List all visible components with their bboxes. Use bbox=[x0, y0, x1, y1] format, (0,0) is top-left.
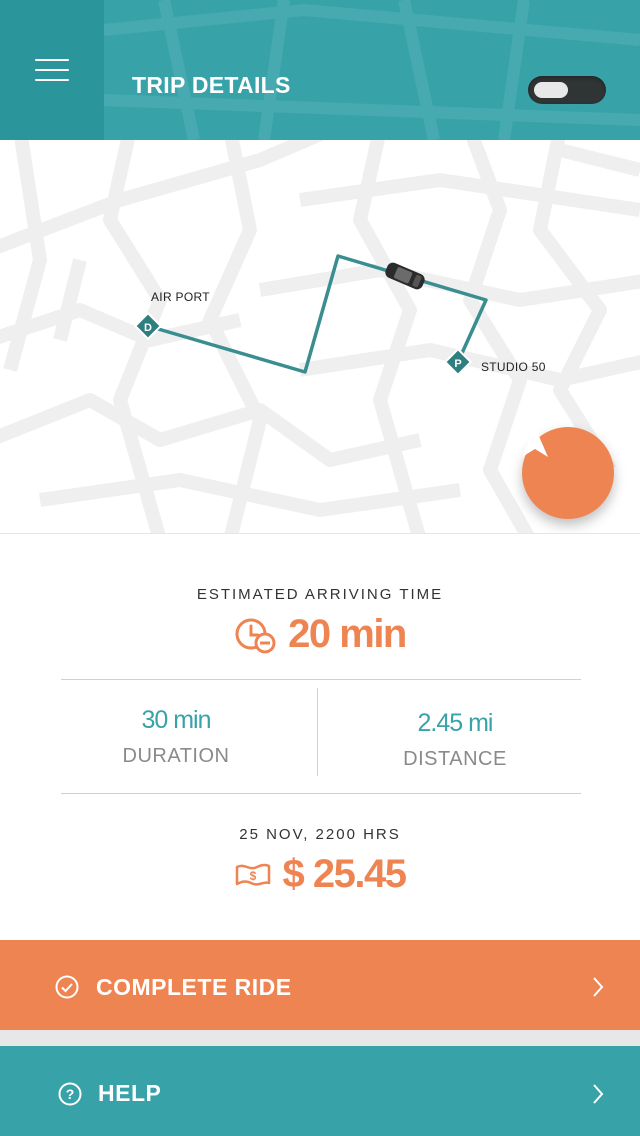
navigate-button[interactable] bbox=[522, 427, 614, 519]
availability-toggle[interactable] bbox=[528, 76, 606, 104]
distance-label: DISTANCE bbox=[403, 748, 507, 770]
app-header: TRIP DETAILS bbox=[0, 0, 640, 140]
check-circle-icon bbox=[55, 975, 79, 999]
fare-amount: $ 25.45 bbox=[282, 852, 407, 896]
duration-label: DURATION bbox=[122, 745, 230, 767]
menu-button[interactable] bbox=[0, 0, 104, 140]
origin-label: AIR PORT bbox=[151, 290, 210, 304]
help-button[interactable]: ? HELP bbox=[0, 1046, 640, 1136]
hamburger-menu-icon bbox=[35, 59, 69, 81]
complete-ride-label: COMPLETE RIDE bbox=[96, 974, 292, 1000]
trip-date: 25 NOV, 2200 HRS bbox=[239, 826, 401, 843]
svg-text:P: P bbox=[454, 358, 461, 370]
header-map-texture bbox=[104, 0, 640, 140]
fare-row: $ $ 25.45 bbox=[0, 852, 640, 897]
destination-label: STUDIO 50 bbox=[481, 360, 546, 374]
question-circle-icon: ? bbox=[58, 1082, 82, 1106]
eta-row: 20 min bbox=[0, 612, 640, 657]
page-title: TRIP DETAILS bbox=[132, 72, 291, 98]
separator-strip bbox=[0, 1030, 640, 1046]
chevron-right-icon bbox=[593, 977, 604, 997]
svg-text:D: D bbox=[144, 322, 152, 334]
duration-value: 30 min bbox=[141, 706, 211, 734]
clock-minus-icon bbox=[235, 618, 276, 653]
distance-value: 2.45 mi bbox=[417, 709, 494, 737]
complete-ride-button[interactable]: COMPLETE RIDE bbox=[0, 940, 640, 1030]
svg-text:?: ? bbox=[66, 1086, 75, 1102]
navigation-arrow-icon bbox=[522, 427, 548, 457]
route-map[interactable]: D P AIR PORT STUDIO 50 bbox=[0, 140, 640, 534]
eta-label: ESTIMATED ARRIVING TIME bbox=[196, 586, 444, 603]
divider-vertical bbox=[317, 688, 318, 776]
chevron-right-icon bbox=[593, 1084, 604, 1104]
divider-bottom bbox=[61, 793, 581, 794]
help-label: HELP bbox=[98, 1080, 162, 1106]
duration-stat: 30 min DURATION bbox=[48, 706, 304, 768]
svg-text:$: $ bbox=[249, 869, 256, 883]
divider-top bbox=[61, 679, 581, 680]
toggle-knob bbox=[534, 82, 568, 98]
distance-stat: 2.45 mi DISTANCE bbox=[327, 709, 583, 771]
cash-icon: $ bbox=[235, 863, 270, 886]
eta-value: 20 min bbox=[288, 612, 407, 656]
